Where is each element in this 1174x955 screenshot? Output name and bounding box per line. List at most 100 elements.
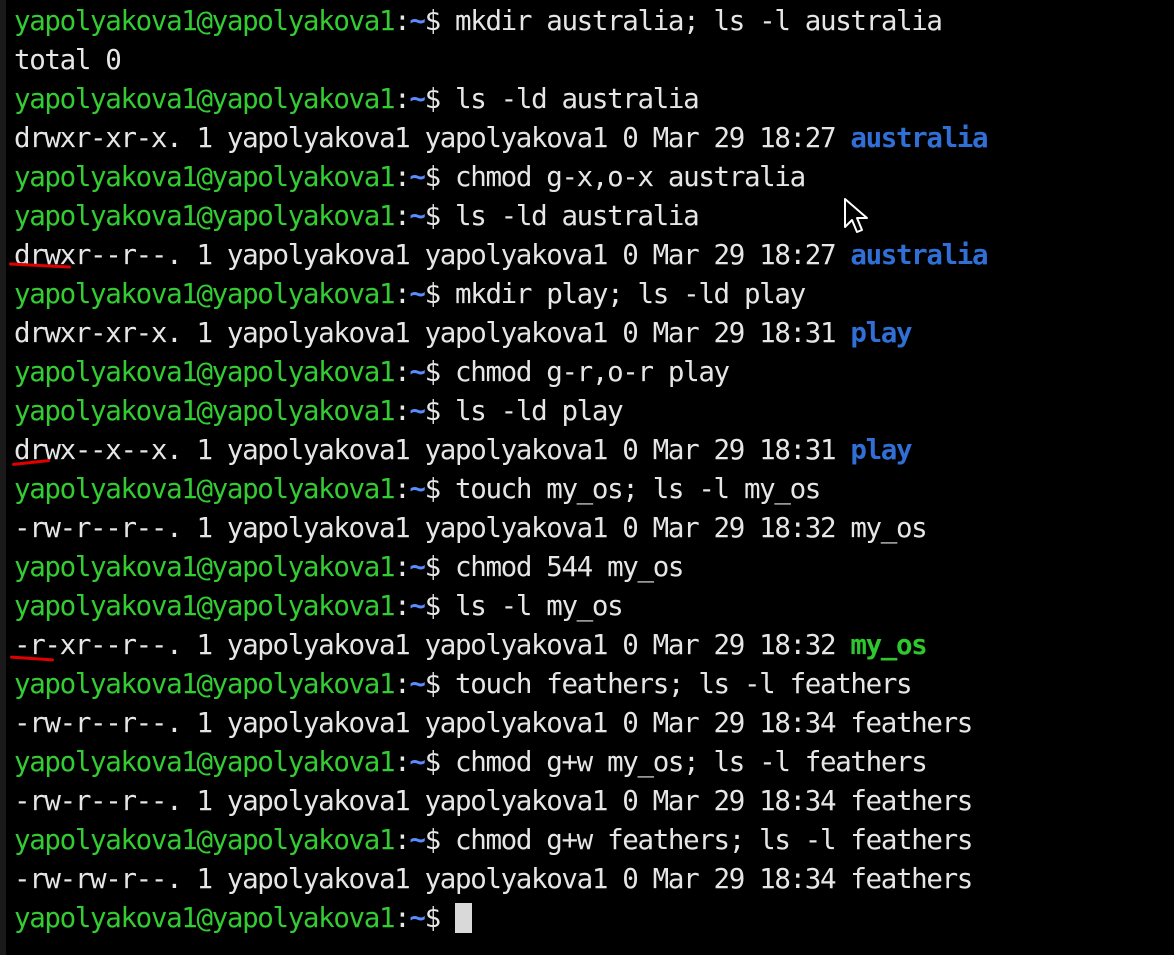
prompt-user: yapolyakova1@yapolyakova1 bbox=[14, 902, 396, 934]
prompt-line: yapolyakova1@yapolyakova1:~$ ls -ld play bbox=[14, 392, 987, 431]
prompt-line: yapolyakova1@yapolyakova1:~$ ls -l my_os bbox=[14, 587, 987, 626]
prompt-separator: : bbox=[394, 590, 411, 622]
text-cursor bbox=[455, 903, 473, 933]
prompt-separator: : bbox=[394, 200, 411, 232]
prompt-user: yapolyakova1@yapolyakova1 bbox=[14, 590, 396, 622]
mouse-pointer-icon bbox=[844, 198, 868, 233]
prompt-line: yapolyakova1@yapolyakova1:~$ mkdir austr… bbox=[14, 2, 987, 41]
output-text: -r-xr--r--. 1 yapolyakova1 yapolyakova1 … bbox=[14, 629, 851, 661]
prompt-separator: : bbox=[394, 161, 411, 193]
prompt-symbol: $ bbox=[424, 824, 442, 856]
prompt-symbol: $ bbox=[424, 83, 442, 115]
command-text: ls -ld play bbox=[439, 395, 624, 427]
prompt-path: ~ bbox=[409, 590, 426, 622]
prompt-symbol: $ bbox=[424, 746, 442, 778]
prompt-path: ~ bbox=[409, 200, 426, 232]
terminal-window[interactable]: yapolyakova1@yapolyakova1:~$ mkdir austr… bbox=[6, 0, 1174, 955]
output-line: drwx--x--x. 1 yapolyakova1 yapolyakova1 … bbox=[14, 431, 987, 470]
prompt-path: ~ bbox=[409, 278, 426, 310]
prompt-user: yapolyakova1@yapolyakova1 bbox=[14, 278, 396, 310]
output-line: -r-xr--r--. 1 yapolyakova1 yapolyakova1 … bbox=[14, 626, 987, 665]
prompt-user: yapolyakova1@yapolyakova1 bbox=[14, 395, 396, 427]
output-line: drwxr-xr-x. 1 yapolyakova1 yapolyakova1 … bbox=[14, 119, 989, 158]
output-line: drwxr--r--. 1 yapolyakova1 yapolyakova1 … bbox=[14, 236, 989, 275]
directory-name: australia bbox=[850, 239, 988, 271]
prompt-symbol: $ bbox=[424, 356, 442, 388]
prompt-path: ~ bbox=[409, 902, 426, 934]
command-text bbox=[440, 902, 455, 934]
directory-name: play bbox=[850, 434, 912, 466]
prompt-line: yapolyakova1@yapolyakova1:~$ ls -ld aust… bbox=[14, 80, 987, 119]
prompt-line: yapolyakova1@yapolyakova1:~$ touch my_os… bbox=[14, 470, 987, 509]
prompt-line: yapolyakova1@yapolyakova1:~$ chmod g-r,o… bbox=[14, 353, 987, 392]
output-line: -rw-r--r--. 1 yapolyakova1 yapolyakova1 … bbox=[14, 782, 987, 821]
prompt-symbol: $ bbox=[424, 668, 442, 700]
output-text: drwxr-xr-x. 1 yapolyakova1 yapolyakova1 … bbox=[14, 317, 851, 349]
command-text: ls -ld australia bbox=[439, 200, 700, 232]
command-text: chmod g-r,o-r play bbox=[439, 356, 730, 388]
prompt-separator: : bbox=[394, 356, 411, 388]
directory-name: play bbox=[850, 317, 912, 349]
executable-name: my_os bbox=[850, 629, 927, 661]
directory-name: australia bbox=[850, 122, 988, 154]
prompt-symbol: $ bbox=[424, 473, 442, 505]
prompt-path: ~ bbox=[409, 83, 426, 115]
prompt-line: yapolyakova1@yapolyakova1:~$ bbox=[14, 899, 987, 938]
output-line: drwxr-xr-x. 1 yapolyakova1 yapolyakova1 … bbox=[14, 314, 987, 353]
output-line: -rw-r--r--. 1 yapolyakova1 yapolyakova1 … bbox=[14, 509, 987, 548]
command-text: touch feathers; ls -l feathers bbox=[439, 668, 913, 700]
prompt-separator: : bbox=[394, 746, 411, 778]
prompt-user: yapolyakova1@yapolyakova1 bbox=[14, 746, 396, 778]
prompt-line: yapolyakova1@yapolyakova1:~$ mkdir play;… bbox=[14, 275, 987, 314]
output-line: total 0 bbox=[14, 41, 987, 80]
output-text: drwxr-xr-x. 1 yapolyakova1 yapolyakova1 … bbox=[14, 122, 851, 154]
prompt-line: yapolyakova1@yapolyakova1:~$ touch feath… bbox=[14, 665, 987, 704]
prompt-path: ~ bbox=[409, 824, 426, 856]
command-text: touch my_os; ls -l my_os bbox=[439, 473, 821, 505]
prompt-user: yapolyakova1@yapolyakova1 bbox=[14, 5, 396, 37]
prompt-path: ~ bbox=[409, 395, 426, 427]
prompt-path: ~ bbox=[409, 551, 426, 583]
prompt-line: yapolyakova1@yapolyakova1:~$ chmod g-x,o… bbox=[14, 158, 987, 197]
prompt-user: yapolyakova1@yapolyakova1 bbox=[14, 161, 396, 193]
output-text: -rw-r--r--. 1 yapolyakova1 yapolyakova1 … bbox=[14, 707, 973, 739]
command-text: chmod g+w my_os; ls -l feathers bbox=[439, 746, 928, 778]
prompt-user: yapolyakova1@yapolyakova1 bbox=[14, 668, 396, 700]
prompt-separator: : bbox=[394, 551, 411, 583]
command-text: chmod g+w feathers; ls -l feathers bbox=[439, 824, 973, 856]
prompt-user: yapolyakova1@yapolyakova1 bbox=[14, 83, 396, 115]
prompt-user: yapolyakova1@yapolyakova1 bbox=[14, 473, 396, 505]
prompt-user: yapolyakova1@yapolyakova1 bbox=[14, 551, 396, 583]
output-line: -rw-rw-r--. 1 yapolyakova1 yapolyakova1 … bbox=[14, 860, 987, 899]
prompt-symbol: $ bbox=[424, 161, 442, 193]
prompt-separator: : bbox=[394, 83, 411, 115]
output-text: -rw-r--r--. 1 yapolyakova1 yapolyakova1 … bbox=[14, 512, 928, 544]
prompt-path: ~ bbox=[409, 473, 426, 505]
prompt-user: yapolyakova1@yapolyakova1 bbox=[14, 824, 396, 856]
command-text: ls -l my_os bbox=[439, 590, 624, 622]
prompt-path: ~ bbox=[409, 5, 426, 37]
prompt-separator: : bbox=[394, 824, 411, 856]
prompt-path: ~ bbox=[409, 161, 426, 193]
command-text: chmod g-x,o-x australia bbox=[439, 161, 806, 193]
command-text: mkdir australia; ls -l australia bbox=[439, 5, 943, 37]
prompt-symbol: $ bbox=[424, 200, 442, 232]
prompt-symbol: $ bbox=[424, 395, 442, 427]
prompt-path: ~ bbox=[409, 668, 426, 700]
command-text: ls -ld australia bbox=[439, 83, 700, 115]
output-text: -rw-rw-r--. 1 yapolyakova1 yapolyakova1 … bbox=[14, 863, 973, 895]
output-text: total 0 bbox=[14, 44, 122, 76]
prompt-separator: : bbox=[394, 395, 411, 427]
prompt-separator: : bbox=[394, 5, 411, 37]
prompt-symbol: $ bbox=[424, 902, 442, 934]
prompt-line: yapolyakova1@yapolyakova1:~$ chmod g+w m… bbox=[14, 743, 987, 782]
prompt-symbol: $ bbox=[424, 5, 442, 37]
output-text: drwxr--r--. 1 yapolyakova1 yapolyakova1 … bbox=[14, 239, 851, 271]
prompt-separator: : bbox=[394, 902, 411, 934]
prompt-separator: : bbox=[394, 278, 411, 310]
prompt-symbol: $ bbox=[424, 590, 442, 622]
output-line: -rw-r--r--. 1 yapolyakova1 yapolyakova1 … bbox=[14, 704, 987, 743]
prompt-symbol: $ bbox=[424, 278, 442, 310]
command-text: mkdir play; ls -ld play bbox=[439, 278, 806, 310]
output-text: -rw-r--r--. 1 yapolyakova1 yapolyakova1 … bbox=[14, 785, 973, 817]
